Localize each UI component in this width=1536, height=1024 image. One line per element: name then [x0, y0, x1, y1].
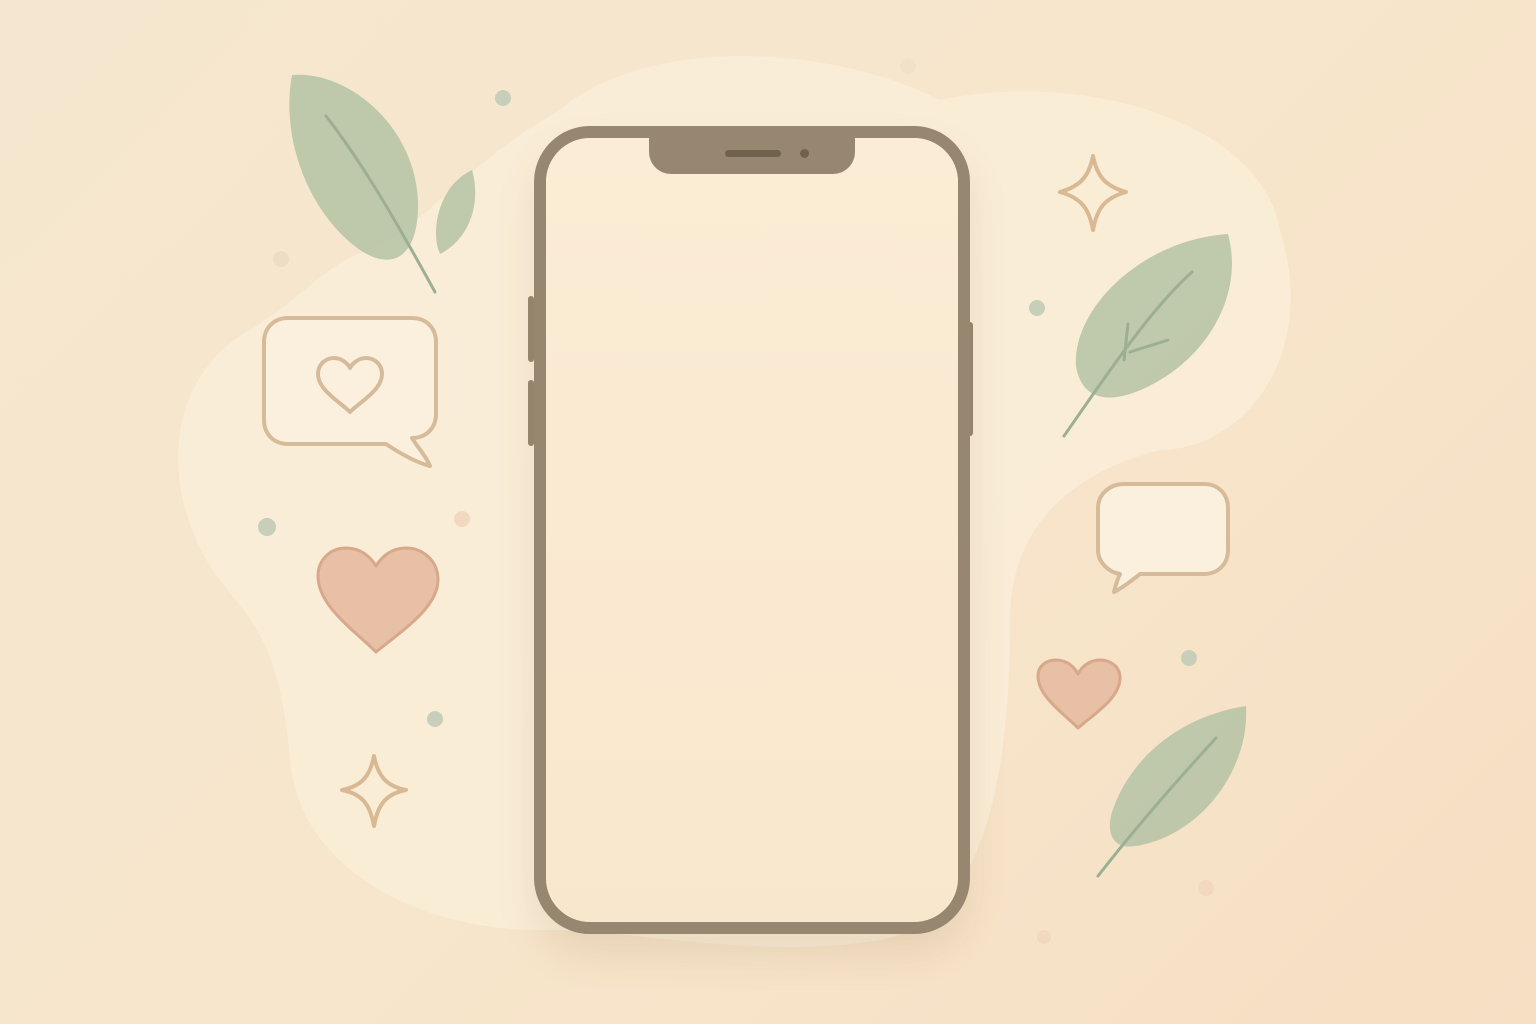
dot	[427, 711, 443, 727]
front-camera	[800, 149, 809, 158]
heart-icon	[1036, 658, 1122, 730]
dot	[1198, 880, 1214, 896]
dot	[258, 518, 276, 536]
chat-heart-icon	[262, 316, 438, 468]
phone-screen	[546, 138, 958, 922]
dot	[1181, 650, 1197, 666]
dot	[454, 511, 470, 527]
phone-frame	[534, 126, 970, 934]
phone-notch	[649, 136, 855, 174]
dot	[900, 58, 916, 74]
dot	[273, 251, 289, 267]
dot	[1037, 930, 1051, 944]
leaf-icon	[1096, 706, 1247, 878]
dot	[1029, 300, 1045, 316]
chat-bubble-icon	[1096, 482, 1230, 594]
speaker-grille	[725, 150, 781, 157]
dot	[495, 90, 511, 106]
